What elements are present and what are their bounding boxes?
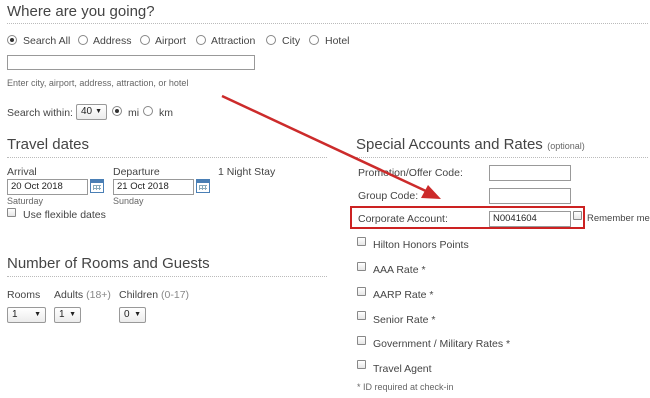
annotation-arrow-icon [221, 94, 441, 199]
arrow-shaft [221, 94, 429, 194]
arrow-head [421, 185, 441, 199]
